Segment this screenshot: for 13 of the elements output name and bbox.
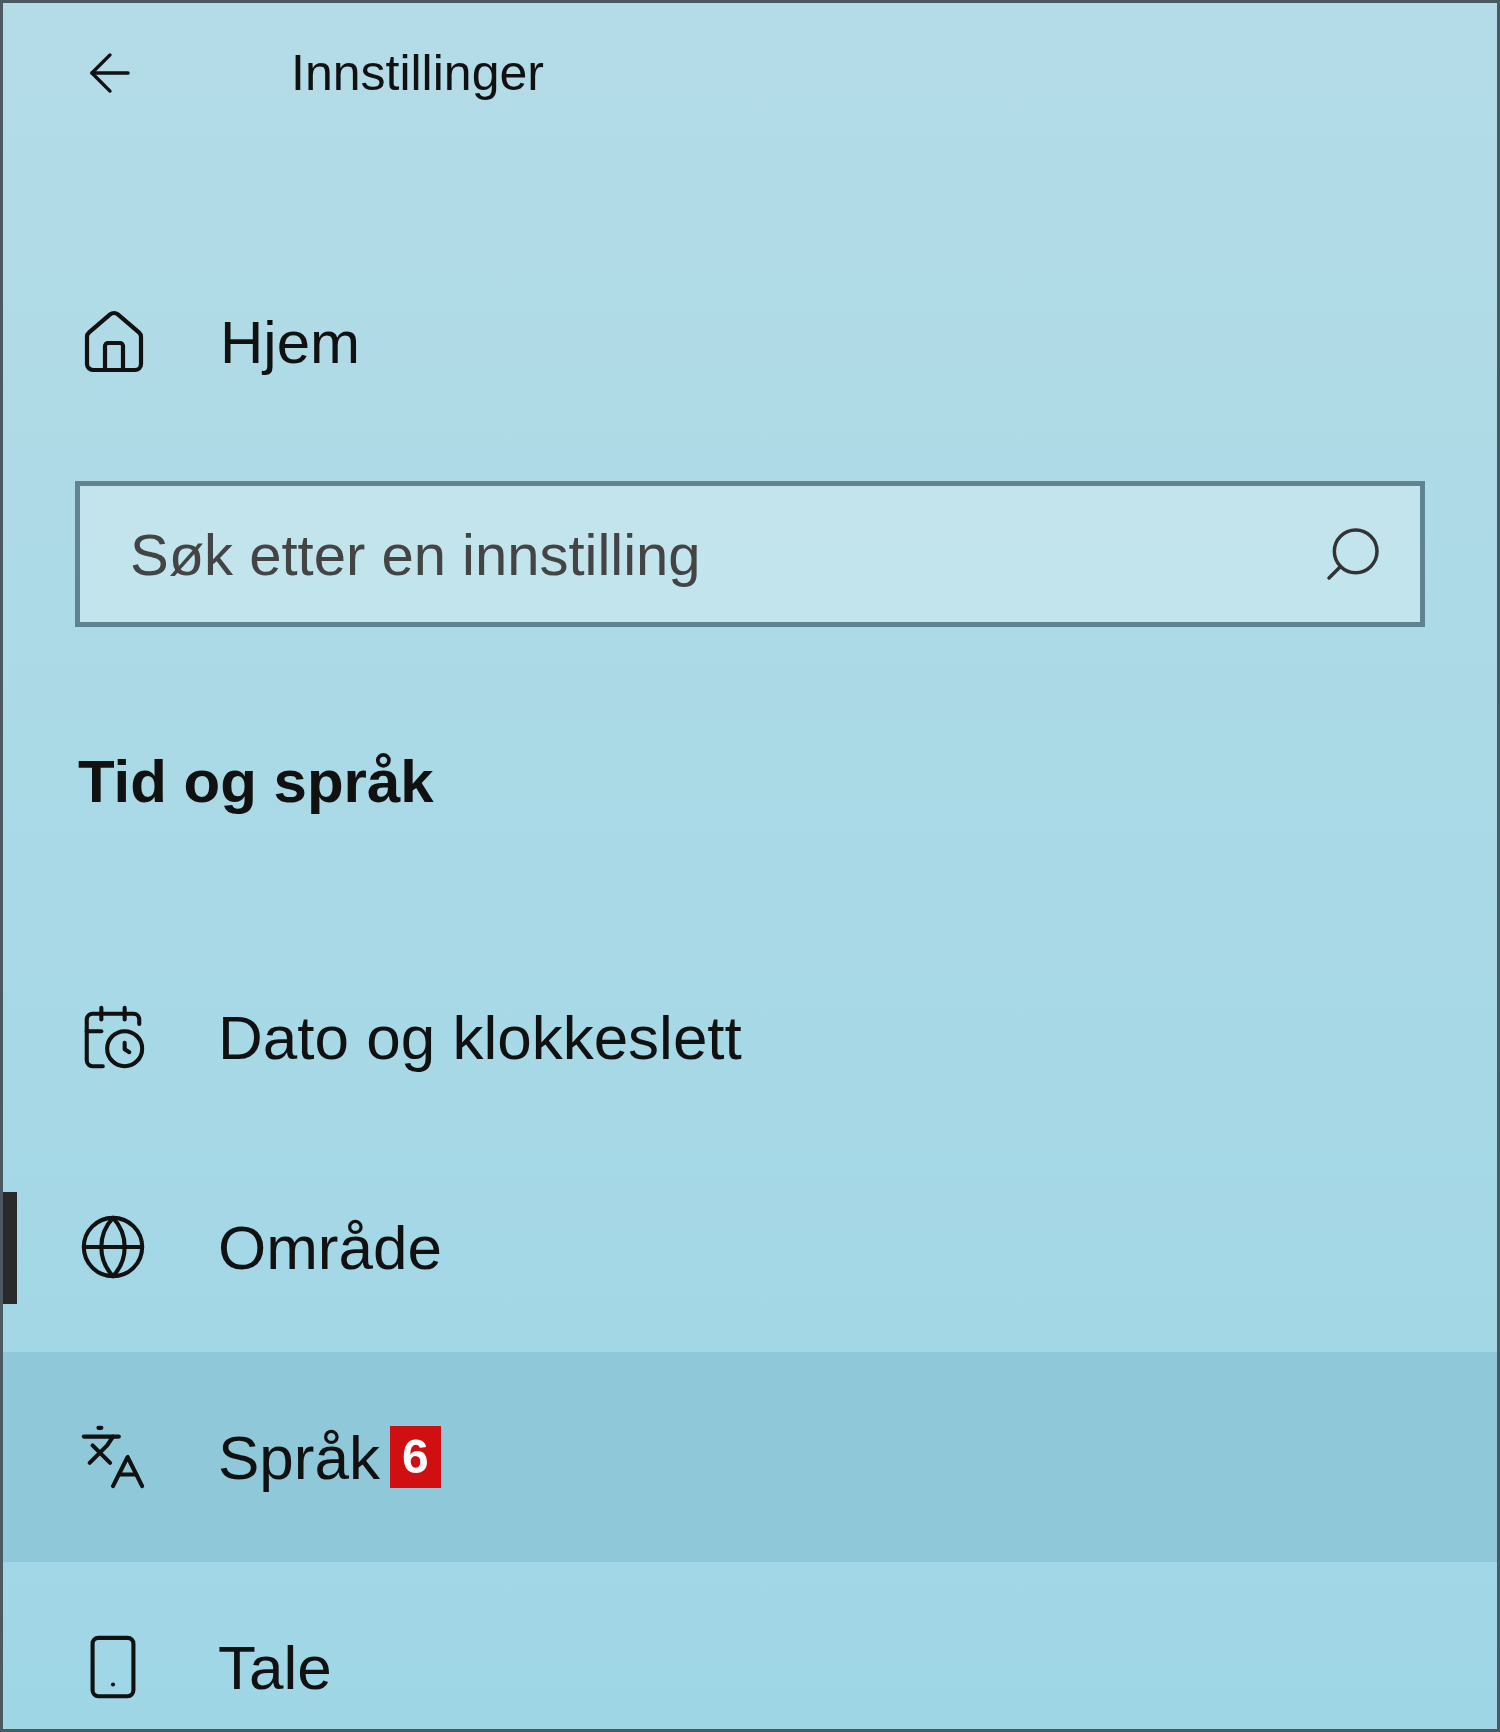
window-title: Innstillinger — [291, 43, 544, 103]
nav-label: Språk — [218, 1421, 380, 1494]
notification-badge: 6 — [389, 1426, 441, 1488]
section-title: Tid og språk — [77, 747, 435, 817]
nav-label: Tale — [218, 1631, 332, 1704]
nav-label: Område — [218, 1211, 442, 1284]
nav-label: Dato og klokkeslett — [218, 1001, 742, 1074]
home-link[interactable]: Hjem — [3, 283, 1497, 403]
nav-item[interactable]: Område — [3, 1142, 1497, 1352]
nav-item[interactable]: Tale — [3, 1562, 1497, 1729]
search-field[interactable]: Søk etter en innstilling — [75, 481, 1425, 627]
nav-item[interactable]: Dato og klokkeslett — [3, 932, 1497, 1142]
nav-item[interactable]: Språk 6 — [3, 1352, 1497, 1562]
